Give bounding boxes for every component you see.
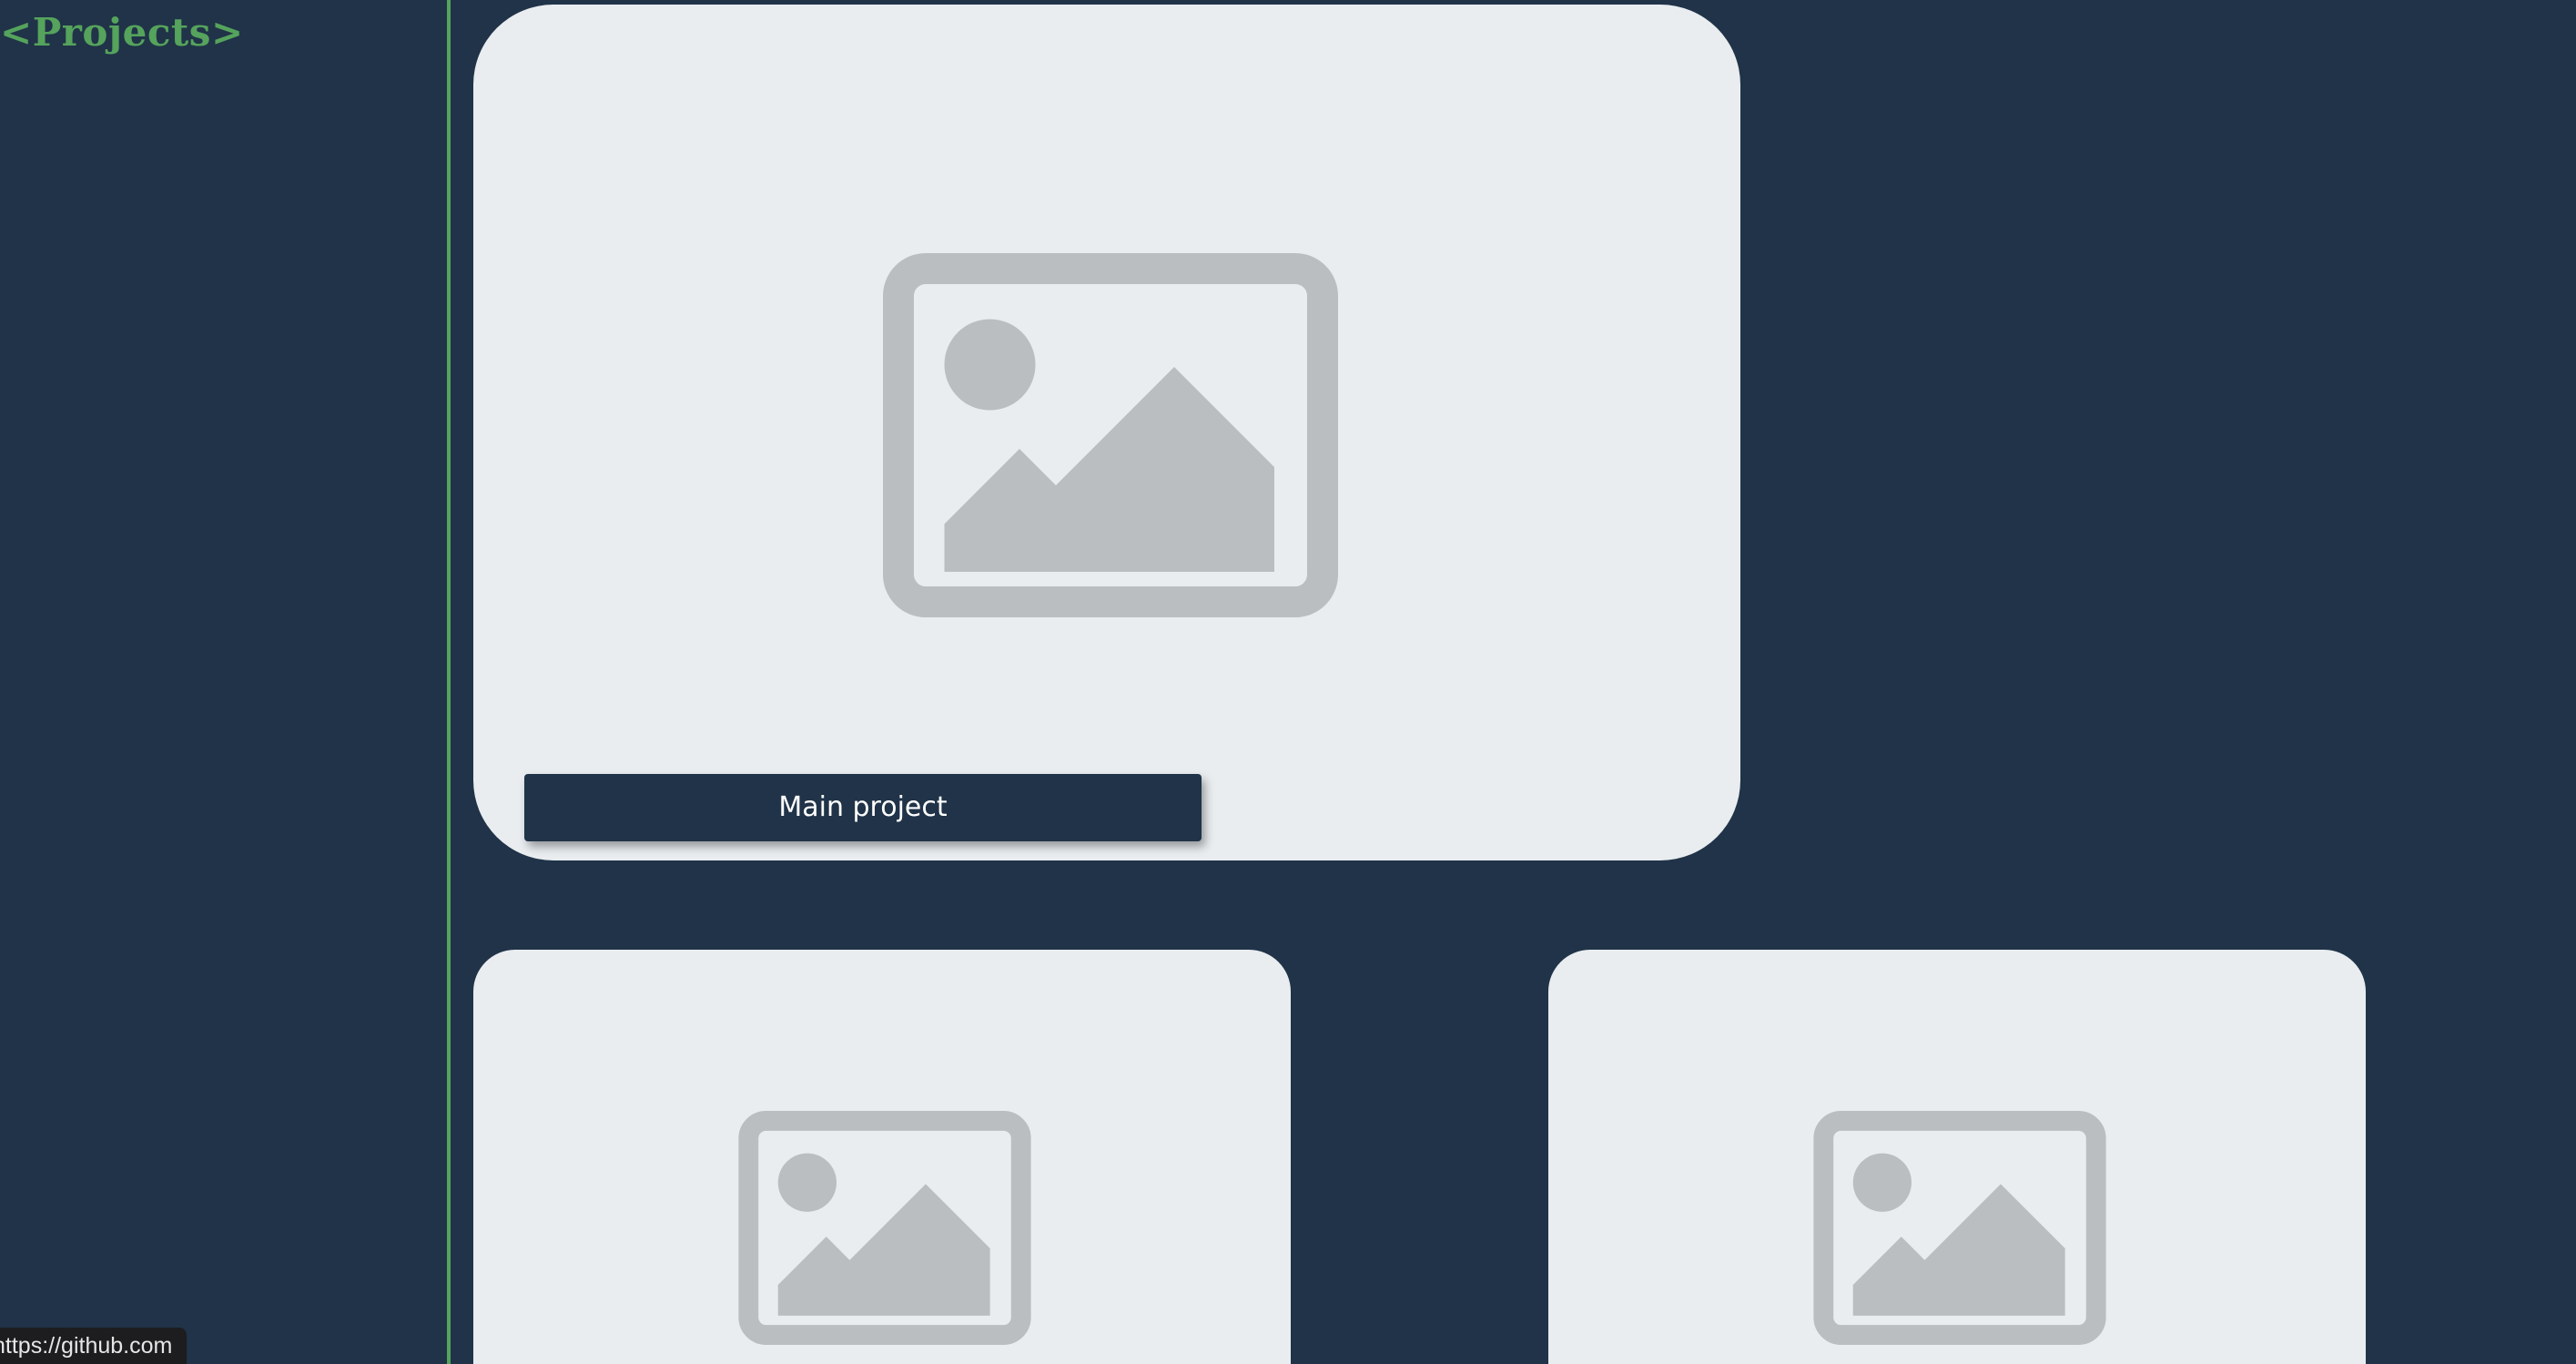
sidebar-divider	[447, 0, 451, 1364]
main-project-button[interactable]: Main project	[524, 774, 1202, 841]
image-placeholder-icon	[883, 253, 1338, 617]
project-card[interactable]	[1548, 950, 2366, 1364]
project-card[interactable]	[473, 950, 1291, 1364]
image-placeholder-icon	[738, 1111, 1031, 1345]
projects-page: <Projects> Main project https://github.c…	[0, 0, 2576, 1364]
sidebar-title: <Projects>	[0, 10, 244, 55]
main-project-card[interactable]: Main project	[473, 5, 1740, 860]
status-bar-url: https://github.com	[0, 1328, 188, 1364]
image-placeholder-icon	[1813, 1111, 2106, 1345]
